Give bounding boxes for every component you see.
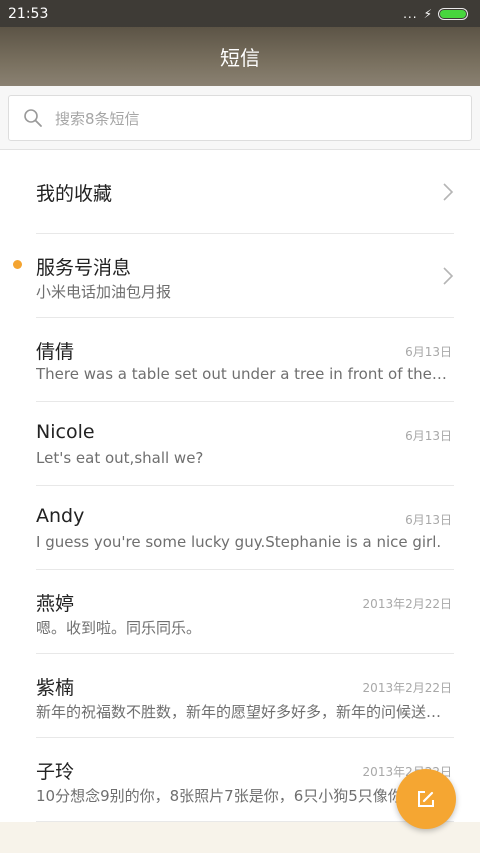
charging-icon: ⚡: [423, 6, 432, 21]
message-date: 6月13日: [405, 429, 452, 443]
contact-name: Andy: [36, 505, 85, 527]
battery-icon: [438, 7, 468, 20]
message-preview: Let's eat out,shall we?: [36, 449, 204, 467]
service-messages-row[interactable]: 服务号消息 小米电话加油包月报: [0, 234, 480, 318]
signal-dots-icon: ...: [403, 6, 418, 21]
message-date: 2013年2月22日: [362, 681, 452, 695]
unread-dot: [13, 260, 22, 269]
search-placeholder: 搜索8条短信: [55, 109, 140, 128]
page-title: 短信: [220, 46, 260, 70]
service-title: 服务号消息: [36, 257, 132, 279]
chevron-right-icon: [443, 267, 454, 285]
message-preview: I guess you're some lucky guy.Stephanie …: [36, 533, 442, 551]
list-item[interactable]: Andy 6月13日 I guess you're some lucky guy…: [0, 486, 480, 570]
message-preview: 嗯。收到啦。同乐同乐。: [36, 619, 202, 637]
chevron-right-icon: [443, 183, 454, 201]
app-header: 短信: [0, 27, 480, 86]
contact-name: 紫楠: [36, 677, 75, 699]
status-bar: 21:53 ... ⚡: [0, 0, 480, 27]
compose-button[interactable]: [396, 769, 456, 829]
message-date: 6月13日: [405, 345, 452, 359]
contact-name: 倩倩: [36, 341, 75, 363]
list-item[interactable]: 紫楠 2013年2月22日 新年的祝福数不胜数，新年的愿望好多好多，新年的问候送…: [0, 654, 480, 738]
message-date: 6月13日: [405, 513, 452, 527]
favorites-row[interactable]: 我的收藏: [0, 150, 480, 234]
message-preview: There was a table set out under a tree i…: [36, 365, 450, 383]
bottom-bar: [0, 822, 480, 853]
contact-name: 燕婷: [36, 593, 75, 615]
service-subtitle: 小米电话加油包月报: [36, 283, 172, 301]
message-preview: 10分想念9别的你，8张照片7张是你，6只小狗5只像你: [36, 787, 403, 805]
compose-icon: [418, 791, 434, 807]
status-time: 21:53: [8, 5, 49, 22]
message-date: 2013年2月22日: [362, 597, 452, 611]
contact-name: Nicole: [36, 421, 95, 443]
favorites-title: 我的收藏: [36, 183, 113, 205]
list-item[interactable]: 倩倩 6月13日 There was a table set out under…: [0, 318, 480, 402]
list-item[interactable]: 燕婷 2013年2月22日 嗯。收到啦。同乐同乐。: [0, 570, 480, 654]
search-icon: [24, 109, 42, 127]
search-input[interactable]: 搜索8条短信: [8, 95, 472, 141]
message-preview: 新年的祝福数不胜数，新年的愿望好多好多，新年的问候送给你: [36, 703, 450, 721]
status-indicators: ... ⚡: [403, 7, 468, 21]
contact-name: 子玲: [36, 761, 75, 783]
search-area: 搜索8条短信: [0, 86, 480, 150]
conversation-list: 我的收藏 服务号消息 小米电话加油包月报 倩倩 6月13日 There was …: [0, 150, 480, 822]
list-item[interactable]: Nicole 6月13日 Let's eat out,shall we?: [0, 402, 480, 486]
